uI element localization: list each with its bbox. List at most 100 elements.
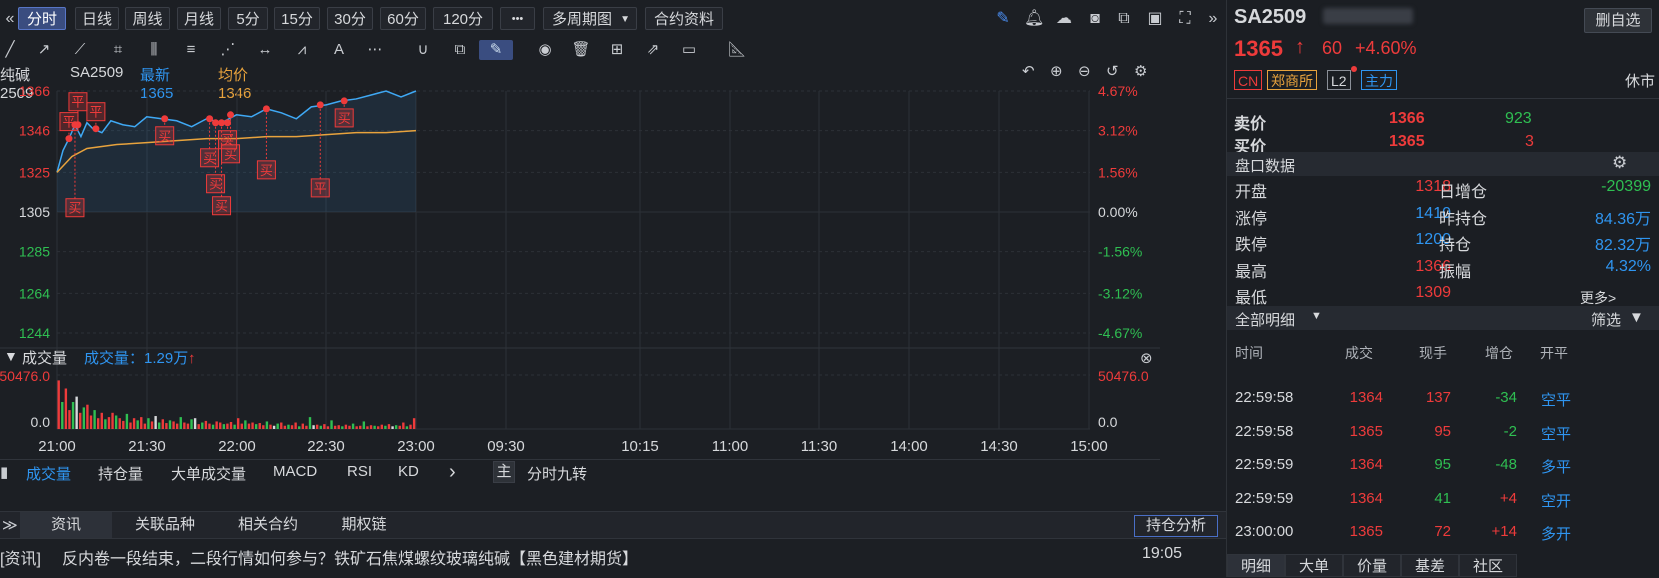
trash-icon[interactable]: 🗑︎ (571, 40, 591, 60)
news-tab-0[interactable]: 资讯 (20, 512, 112, 538)
detail-type: 空平 (1541, 392, 1572, 409)
trade-marker-label: 买 (203, 152, 216, 167)
detail-row[interactable]: 22:59:58 1365 95 -2 空平 (1227, 415, 1659, 447)
copy-window-icon[interactable]: ⧉ (1114, 9, 1134, 29)
more-periods-button[interactable]: ••• (500, 7, 535, 30)
detail-title[interactable]: 全部明细 (1235, 309, 1295, 330)
period-button-2[interactable]: 周线 (125, 7, 170, 30)
volume-bar (308, 417, 312, 429)
volume-bar (229, 421, 233, 429)
detail-row[interactable]: 23:00:00 1365 72 +14 多开 (1227, 515, 1659, 547)
filter-label[interactable]: 筛选 (1591, 309, 1621, 330)
x-axis-label: 10:15 (621, 438, 659, 455)
news-headline[interactable]: 反内卷一段结束，二段行情如何参与？铁矿石焦煤螺纹玻璃纯碱【黑色建材期货】 (62, 545, 638, 569)
cloud-icon[interactable]: ☁︎ (1054, 9, 1074, 29)
period-button-4[interactable]: 5分 (228, 7, 268, 30)
settings-icon[interactable]: ⚙ (1134, 62, 1147, 80)
volume-bar (61, 402, 64, 429)
detail-row[interactable]: 22:59:59 1364 95 -48 多平 (1227, 448, 1659, 480)
collapse-right-icon[interactable]: » (1203, 9, 1223, 29)
bottom-tab-0[interactable]: 明细 (1227, 554, 1285, 577)
fullscreen-icon[interactable]: ⛶ (1175, 9, 1195, 29)
collapse-left-icon[interactable]: « (0, 9, 20, 29)
news-tab-3[interactable]: 期权链 (318, 512, 410, 538)
indicator-tab-3[interactable]: MACD (273, 463, 317, 480)
nine-turn-tab[interactable]: 分时九转 (527, 463, 587, 484)
bottom-tab-1[interactable]: 大单 (1285, 554, 1343, 577)
intraday-chart[interactable]: 平平平买买买买买买买买平买1366 4.67%1346 3.12%1325 1.56%… (0, 84, 1160, 459)
camera-icon[interactable]: ◙ (1085, 9, 1105, 29)
detail-header: 全部明细 ▼ 筛选 ▼ (1227, 306, 1659, 330)
bottom-tab-2[interactable]: 价量 (1343, 554, 1401, 577)
undo-icon[interactable]: ↶ (1022, 62, 1035, 80)
ray-tool-icon[interactable]: ↗ (34, 40, 54, 60)
fib-tool-icon[interactable]: ≡ (181, 40, 201, 60)
bottom-tab-4[interactable]: 社区 (1459, 554, 1517, 577)
ruler-icon[interactable]: 📐︎ (727, 40, 747, 60)
settings-icon[interactable]: ⚙ (1612, 153, 1627, 173)
detail-type: 空开 (1541, 492, 1572, 510)
news-row[interactable]: [资讯] 反内卷一段结束，二段行情如何参与？铁矿石焦煤螺纹玻璃纯碱【黑色建材期货… (0, 545, 1182, 569)
draw-pen-icon[interactable]: ✎ (479, 40, 513, 60)
position-analysis-button[interactable]: 持仓分析 (1134, 515, 1218, 537)
more-link[interactable]: 更多> (1580, 288, 1616, 308)
quote-label: 开盘 (1235, 184, 1268, 201)
trade-marker-label: 买 (68, 202, 81, 217)
period-button-6[interactable]: 30分 (327, 7, 373, 30)
volume-bar (204, 420, 208, 429)
detail-row[interactable]: 22:59:59 1364 41 +4 空开 (1227, 482, 1659, 514)
reset-icon[interactable]: ↺ (1106, 62, 1119, 80)
crop-tool-icon[interactable]: ⌗ (108, 40, 128, 60)
zoom-out-icon[interactable]: ⊖ (1078, 62, 1091, 80)
detail-time: 22:59:59 (1235, 489, 1294, 507)
volume-bar (143, 423, 147, 429)
delete-watchlist-button[interactable]: 删自选 (1584, 8, 1652, 33)
news-tab-2[interactable]: 相关合约 (222, 512, 314, 538)
candle-tool-icon[interactable]: ⫼ (144, 40, 164, 60)
contract-info-button[interactable]: 合约资料 (645, 7, 723, 30)
chart-controls: ↶ ⊕ ⊖ ↺ ⚙ (1022, 62, 1162, 82)
detail-row[interactable]: 22:59:58 1364 137 -34 空平 (1227, 381, 1659, 413)
indicator-more-icon[interactable]: › (449, 461, 456, 484)
magnet-icon[interactable]: ∪ (413, 40, 433, 60)
pitchfork-tool-icon[interactable]: ⩘ (292, 40, 312, 60)
more-tools-icon[interactable]: ⋯ (365, 40, 385, 60)
pencil-icon[interactable]: ✎ (993, 9, 1013, 29)
text-tool-icon[interactable]: A (329, 40, 349, 60)
comment-icon[interactable]: ▭ (679, 40, 699, 60)
period-button-5[interactable]: 15分 (274, 7, 320, 30)
quote-panel: SA2509 删自选 1365 ↑ 60 +4.60% CN 郑商所 L2 主力… (1226, 0, 1659, 577)
period-button-3[interactable]: 月线 (177, 7, 221, 30)
period-button-8[interactable]: 120分 (433, 7, 493, 30)
volume-bar (265, 421, 269, 429)
period-button-0[interactable]: 分时 (18, 7, 66, 30)
zoom-in-icon[interactable]: ⊕ (1050, 62, 1063, 80)
expand-news-icon[interactable]: ≫ (2, 516, 18, 534)
filter-icon[interactable]: ▼ (1629, 309, 1644, 326)
line-tool-icon[interactable]: ╱ (0, 40, 20, 60)
main-chart-toggle[interactable]: 主 (493, 461, 515, 483)
tag-l2: L2 (1327, 70, 1351, 90)
multi-period-dropdown[interactable]: 多周期图 ▼ (543, 7, 637, 30)
period-button-1[interactable]: 日线 (75, 7, 119, 30)
bottom-tab-3[interactable]: 基差 (1401, 554, 1459, 577)
share-icon[interactable]: ⇗ (643, 40, 663, 60)
indicator-panel-icon[interactable]: ▮ (0, 463, 8, 481)
compare-icon[interactable]: ▣ (1145, 9, 1165, 29)
indicator-tab-4[interactable]: RSI (347, 463, 372, 480)
volume-bar (258, 423, 261, 429)
layers-icon[interactable]: ⧉ (450, 40, 470, 60)
measure-tool-icon[interactable]: ↔ (255, 40, 275, 60)
indicator-tab-1[interactable]: 持仓量 (98, 463, 143, 484)
eye-icon[interactable]: ◉ (535, 40, 555, 60)
bell-icon[interactable]: 🔔︎ (1024, 9, 1044, 29)
indicator-tab-2[interactable]: 大单成交量 (171, 463, 246, 484)
indicator-tab-0[interactable]: 成交量 (26, 463, 71, 484)
grid-icon[interactable]: ⊞ (607, 40, 627, 60)
fan-tool-icon[interactable]: ⋰ (218, 40, 238, 60)
polyline-tool-icon[interactable]: ⟋ (70, 40, 90, 60)
indicator-tab-5[interactable]: KD (398, 463, 419, 480)
news-tab-1[interactable]: 关联品种 (116, 512, 214, 538)
dropdown-arrow-icon[interactable]: ▼ (1311, 310, 1322, 322)
period-button-7[interactable]: 60分 (380, 7, 426, 30)
